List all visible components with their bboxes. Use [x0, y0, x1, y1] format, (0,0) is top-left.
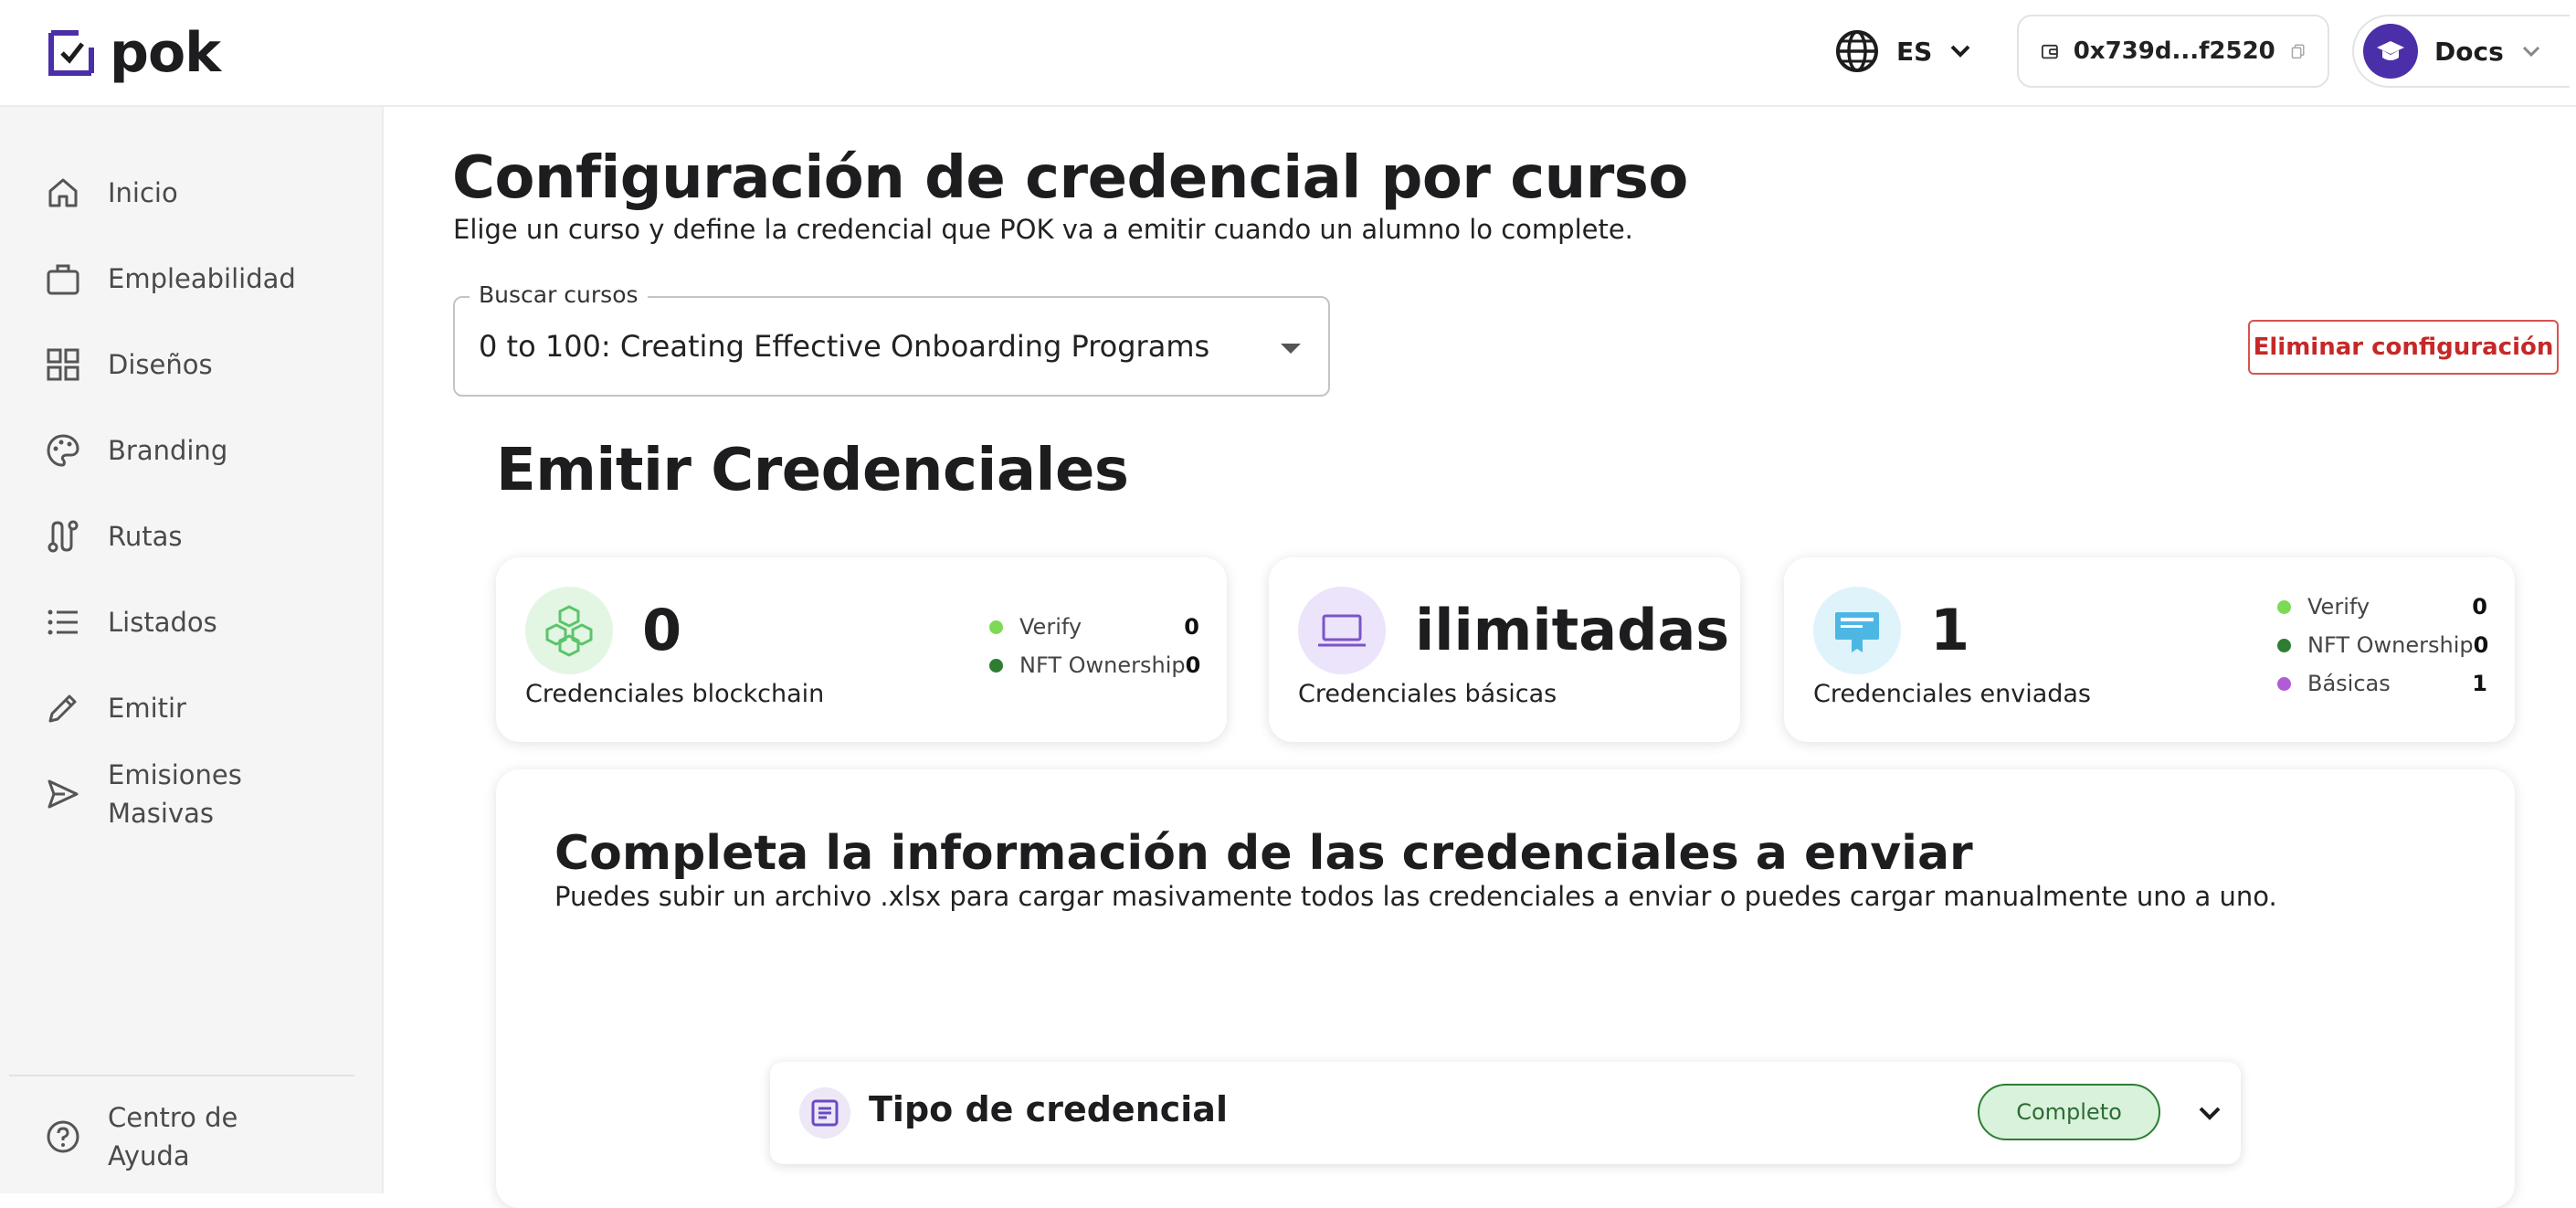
legend-dot [2277, 599, 2291, 614]
caret-down-icon[interactable] [1281, 344, 1301, 354]
sidebar-item-inicio[interactable]: Inicio [44, 174, 178, 212]
stat-card-basic: ilimitadas Credenciales básicas [1269, 557, 1740, 742]
sidebar-item-label: Listados [108, 607, 217, 638]
sidebar-item-label: Branding [108, 435, 228, 466]
legend-name: Verify [2307, 594, 2370, 620]
sidebar-item-listados[interactable]: Listados [44, 603, 217, 641]
legend-dot [2277, 638, 2291, 652]
sidebar-item-help-center[interactable]: Centro de Ayuda [44, 1098, 290, 1175]
stat-label: Credenciales enviadas [1813, 680, 2091, 708]
home-icon [44, 174, 82, 212]
sidebar-item-label: Emitir [108, 693, 186, 724]
briefcase-icon [44, 260, 82, 298]
top-bar: pok ES 0x739d...f2520 Docs [0, 0, 2576, 107]
chevron-down-icon [1950, 45, 1970, 58]
legend-name: Verify [1019, 614, 1082, 640]
stat-value: 0 [642, 597, 682, 663]
grid-icon [44, 345, 82, 384]
sidebar-item-empleabilidad[interactable]: Empleabilidad [44, 260, 296, 298]
chevron-down-icon [2522, 46, 2539, 58]
legend-row-nft-ownership: NFT Ownership 0 [989, 652, 1201, 678]
stat-label: Credenciales básicas [1298, 680, 1557, 708]
sidebar-item-branding[interactable]: Branding [44, 431, 227, 470]
copy-icon[interactable] [2290, 38, 2306, 64]
legend-name: NFT Ownership [1019, 652, 1186, 678]
legend-dot [989, 658, 1003, 673]
language-selector[interactable]: ES [1834, 27, 1972, 75]
form-title: Completa la información de las credencia… [554, 826, 1973, 881]
sidebar-item-label: Rutas [108, 521, 183, 552]
list-icon [44, 603, 82, 641]
legend-value: 0 [2473, 632, 2489, 658]
sidebar-item-label: Emisiones Masivas [108, 759, 242, 829]
sidebar-item-rutas[interactable]: Rutas [44, 517, 182, 556]
certificate-icon [1813, 587, 1901, 674]
legend-name: NFT Ownership [2307, 632, 2474, 658]
wallet-button[interactable]: 0x739d...f2520 [2017, 15, 2329, 88]
accordion-credential-type[interactable]: Tipo de credencial Completo [770, 1062, 2241, 1164]
delete-configuration-button[interactable]: Eliminar configuración [2248, 320, 2559, 375]
avatar [2363, 24, 2418, 79]
send-icon [44, 775, 82, 813]
legend-row-verify: Verify 0 [989, 614, 1199, 640]
blocks-icon [525, 587, 613, 674]
legend-name: Básicas [2307, 671, 2391, 696]
legend-value: 0 [2472, 594, 2487, 620]
status-badge: Completo [1978, 1084, 2160, 1140]
stat-value: 1 [1930, 597, 1970, 663]
course-search-value: 0 to 100: Creating Effective Onboarding … [479, 329, 1210, 364]
document-list-icon [799, 1087, 850, 1139]
wallet-address: 0x739d...f2520 [2073, 37, 2275, 65]
route-icon [44, 517, 82, 556]
stat-card-sent: 1 Credenciales enviadas Verify 0 NFT Own… [1784, 557, 2515, 742]
laptop-icon [1298, 587, 1386, 674]
globe-icon [1836, 30, 1878, 72]
docs-menu[interactable]: Docs [2352, 15, 2570, 88]
sidebar-item-label: Empleabilidad [108, 263, 296, 294]
page-title: Configuración de credencial por curso [452, 144, 1688, 212]
legend-row-nft-ownership: NFT Ownership 0 [2277, 632, 2489, 658]
sidebar-item-emitir[interactable]: Emitir [44, 689, 186, 727]
wallet-icon [2041, 44, 2058, 59]
legend-dot [2277, 676, 2291, 691]
course-search-select[interactable]: Buscar cursos 0 to 100: Creating Effecti… [453, 281, 1330, 397]
help-circle-icon [44, 1118, 82, 1156]
logo[interactable]: pok [46, 21, 221, 85]
section-title: Emitir Credenciales [496, 437, 1129, 504]
logo-check-icon [48, 30, 94, 76]
form-subtitle: Puedes subir un archivo .xlsx para carga… [554, 881, 2277, 912]
stat-card-blockchain: 0 Credenciales blockchain Verify 0 NFT O… [496, 557, 1227, 742]
sidebar-item-label: Inicio [108, 177, 178, 208]
sidebar-item-label: Centro de Ayuda [108, 1102, 238, 1171]
legend-row-basicas: Básicas 1 [2277, 671, 2487, 696]
stat-label: Credenciales blockchain [525, 680, 825, 708]
sidebar-item-emisiones-masivas[interactable]: Emisiones Masivas [44, 756, 272, 832]
pencil-icon [44, 689, 82, 727]
sidebar-item-disenos[interactable]: Diseños [44, 345, 213, 384]
language-code: ES [1896, 36, 1933, 67]
legend-dot [989, 620, 1003, 634]
accordion-title: Tipo de credencial [869, 1089, 1228, 1129]
page-subtitle: Elige un curso y define la credencial qu… [453, 214, 1633, 245]
legend-value: 0 [1184, 614, 1199, 640]
sidebar-divider [9, 1075, 354, 1076]
legend-row-verify: Verify 0 [2277, 594, 2487, 620]
course-search-label: Buscar cursos [470, 281, 648, 308]
sidebar: Inicio Empleabilidad Diseños Branding Ru… [0, 107, 384, 1193]
sidebar-item-label: Diseños [108, 349, 213, 380]
legend-value: 0 [1185, 652, 1201, 678]
credentials-form-card: Completa la información de las credencia… [496, 769, 2515, 1208]
legend-value: 1 [2472, 671, 2487, 696]
stat-value: ilimitadas [1415, 597, 1730, 663]
chevron-down-icon[interactable] [2195, 1098, 2224, 1128]
graduation-cap-icon [2377, 41, 2404, 60]
logo-text: pok [110, 21, 221, 85]
docs-label: Docs [2434, 36, 2504, 67]
palette-icon [44, 431, 82, 470]
